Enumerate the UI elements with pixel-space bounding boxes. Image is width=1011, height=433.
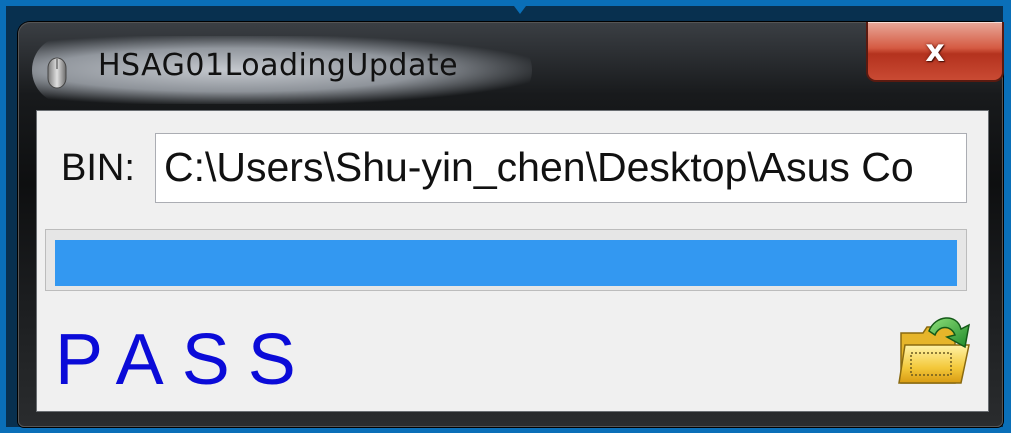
desktop-background: HSAG01LoadingUpdate x BIN: C:\Users\Shu-…	[6, 6, 1004, 427]
close-button[interactable]: x	[866, 22, 1004, 82]
arrow-marker	[514, 6, 526, 14]
status-text: PASS	[55, 320, 314, 400]
window-title: HSAG01LoadingUpdate	[98, 48, 459, 83]
close-icon: x	[925, 33, 945, 69]
progress-bar	[45, 229, 967, 291]
progress-bar-fill	[55, 240, 957, 286]
app-window: HSAG01LoadingUpdate x BIN: C:\Users\Shu-…	[18, 22, 1004, 427]
bin-path-field[interactable]: C:\Users\Shu-yin_chen\Desktop\Asus Co	[155, 133, 967, 203]
open-folder-icon	[898, 317, 971, 384]
mouse-icon	[46, 56, 68, 90]
open-folder-button[interactable]	[895, 309, 975, 389]
title-bar[interactable]: HSAG01LoadingUpdate x	[18, 22, 1004, 112]
client-area: BIN: C:\Users\Shu-yin_chen\Desktop\Asus …	[36, 110, 989, 412]
bin-label: BIN:	[61, 147, 135, 189]
